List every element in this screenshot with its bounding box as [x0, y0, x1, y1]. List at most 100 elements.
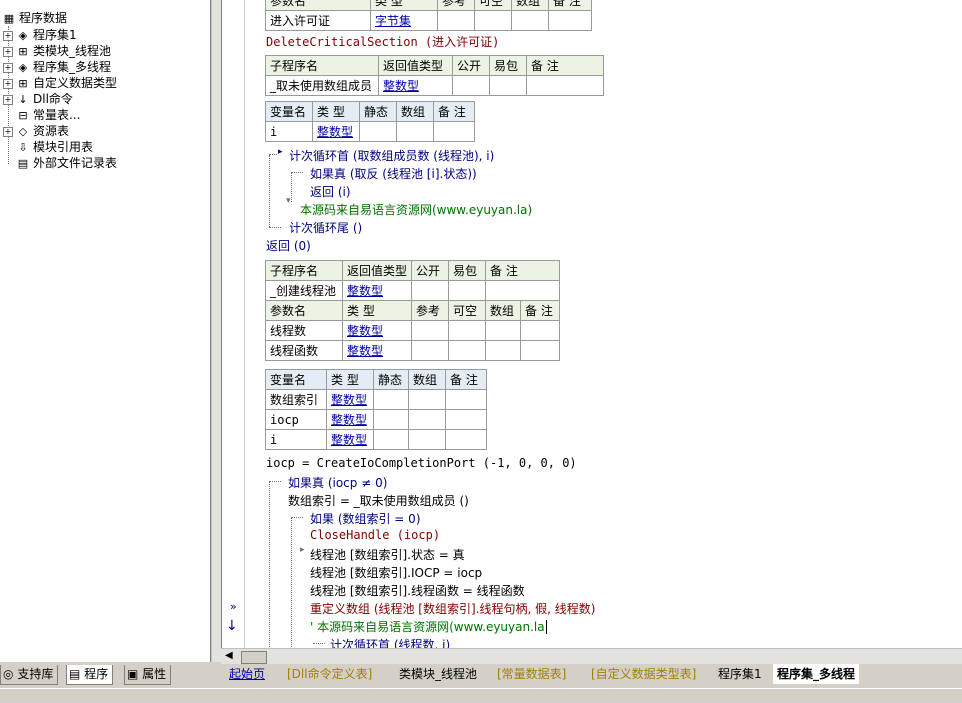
table-header: 变量名 [265, 369, 327, 390]
code-line[interactable]: 计次循环首 (线程数, i) [330, 636, 450, 648]
code-line[interactable]: iocp = CreateIoCompletionPort (-1, 0, 0,… [266, 456, 577, 470]
type-link[interactable]: 整数型 [326, 389, 374, 410]
expand-icon[interactable]: + [3, 30, 13, 41]
tab-label: 程序 [84, 667, 109, 681]
variable-name[interactable]: i [265, 121, 313, 142]
tree-item-assembly-multithread[interactable]: + ◈ 程序集_多线程 [3, 59, 111, 75]
subroutine-name[interactable]: _创建线程池 [265, 280, 343, 301]
code-line[interactable]: 如果真 (iocp ≠ 0) [288, 474, 387, 491]
code-line[interactable]: 如果 (数组索引 = 0) [310, 510, 421, 527]
tree-item-label: 自定义数据类型 [33, 76, 118, 90]
code-line[interactable]: 计次循环尾 () [289, 219, 362, 236]
expand-icon[interactable]: + [3, 126, 13, 137]
code-line[interactable]: 线程池 [数组索引].状态 = 真 [310, 546, 465, 563]
table-header: 备 注 [520, 300, 561, 321]
code-line[interactable]: 返回 (i) [310, 183, 351, 200]
code-text: 返回 (i) [310, 185, 351, 199]
expand-icon[interactable]: + [3, 62, 13, 73]
expand-icon[interactable]: + [3, 78, 13, 89]
code-line[interactable]: 计次循环首 (取数组成员数 (线程池), i) [289, 147, 494, 164]
tree-item-label: 外部文件记录表 [33, 156, 118, 170]
tree-item-constants[interactable]: ⊟ 常量表... [16, 107, 80, 123]
subroutine-name[interactable]: _取未使用数组成员 [265, 75, 379, 96]
expand-icon[interactable]: + [3, 46, 13, 57]
tree-root[interactable]: ▦ 程序数据 [2, 10, 67, 26]
tab-label: [常量数据表] [497, 667, 567, 681]
table-header: 公开 [452, 55, 490, 76]
tab-label: [Dll命令定义表] [287, 667, 373, 681]
param-table-top: 参数名 类 型 参考 可空 数组 备 注 进入许可证 字节集 [265, 0, 592, 31]
variable-name[interactable]: iocp [265, 409, 327, 430]
code-text: 计次循环尾 () [289, 221, 363, 235]
code-comment: ' 本源码来自易语言资源网(www.eyuyan.la [310, 620, 545, 634]
table-header: 公开 [411, 260, 450, 281]
tab-properties[interactable]: ▣ 属性 [124, 665, 172, 685]
tab-label: [自定义数据类型表] [591, 667, 697, 681]
tab-class-threadpool[interactable]: 类模块_线程池 [399, 664, 477, 684]
tab-assembly1[interactable]: 程序集1 [718, 664, 762, 684]
type-link[interactable]: 整数型 [341, 320, 413, 341]
tree-item-custom-types[interactable]: + ⊞ 自定义数据类型 [3, 75, 117, 91]
tab-assembly-multithread[interactable]: 程序集_多线程 [773, 664, 860, 684]
code-line[interactable]: 本源码来自易语言资源网(www.eyuyan.la) [300, 201, 532, 218]
tab-label: 属性 [142, 667, 167, 681]
tree-item-module-refs[interactable]: ⇩ 模块引用表 [16, 139, 93, 155]
tree-item-label: 模块引用表 [33, 140, 94, 154]
table-header: 备 注 [485, 260, 561, 281]
code-line[interactable]: 线程池 [数组索引].线程函数 = 线程函数 [310, 582, 525, 599]
code-text: 计次循环首 (线程数, i) [330, 638, 451, 648]
scroll-thumb[interactable] [241, 651, 267, 664]
tree-item-resources[interactable]: + ◇ 资源表 [3, 123, 69, 139]
tab-dll-table[interactable]: [Dll命令定义表] [287, 664, 372, 684]
code-line[interactable]: CloseHandle (iocp) [310, 528, 440, 542]
table-cell[interactable]: 进入许可证 [265, 10, 371, 31]
code-line[interactable]: 线程池 [数组索引].IOCP = iocp [310, 564, 482, 581]
type-link[interactable]: 整数型 [312, 121, 360, 142]
type-link[interactable]: 整数型 [326, 429, 374, 450]
editor-gutter: » ↓ [222, 0, 245, 648]
variable-table: 变量名 类 型 静态 数组 备 注 数组索引 整数型 iocp 整数型 i 整数… [265, 369, 487, 450]
type-link[interactable]: 整数型 [326, 409, 374, 430]
code-line-current[interactable]: ' 本源码来自易语言资源网(www.eyuyan.la [310, 618, 547, 635]
code-line[interactable]: 返回 (0) [266, 237, 311, 254]
code-editor[interactable]: » ↓ 参数名 类 型 参考 可空 数组 备 注 进入许可证 字节集 Delet… [221, 0, 962, 648]
scroll-left-arrow-icon[interactable]: ◀ [225, 650, 233, 661]
param-name[interactable]: 线程数 [265, 320, 343, 341]
table-header: 返回值类型 [341, 260, 413, 281]
file-record-icon: ▤ [17, 157, 29, 170]
tree-root-label: 程序数据 [19, 11, 68, 25]
tree-item-file-records[interactable]: ▤ 外部文件记录表 [16, 155, 117, 171]
tab-start-page[interactable]: 起始页 [229, 664, 265, 684]
tree-item-assembly1[interactable]: + ◈ 程序集1 [3, 27, 77, 43]
tree-item-label: 类模块_线程池 [33, 44, 112, 58]
code-line[interactable]: DeleteCriticalSection (进入许可证) [266, 33, 499, 50]
code-line[interactable]: 数组索引 = _取未使用数组成员 () [288, 492, 469, 509]
type-link[interactable]: 整数型 [341, 340, 413, 361]
tree-item-dll[interactable]: + ↓ Dll命令 [3, 91, 73, 107]
editor-tabs: 起始页 [Dll命令定义表] 类模块_线程池 [常量数据表] [自定义数据类型表… [221, 664, 962, 686]
tree-item-class-threadpool[interactable]: + ⊞ 类模块_线程池 [3, 43, 111, 59]
tab-support-library[interactable]: ◎ 支持库 [0, 665, 59, 685]
table-header: 备 注 [548, 0, 592, 11]
param-name[interactable]: 线程函数 [265, 340, 343, 361]
code-line[interactable]: 重定义数组 (线程池 [数组索引].线程句柄, 假, 线程数) [310, 600, 595, 617]
variable-name[interactable]: 数组索引 [265, 389, 327, 410]
table-header: 易包 [448, 260, 487, 281]
left-panel-tabs: ◎ 支持库 ▤ 程序 ▣ 属性 [0, 664, 220, 686]
tab-program[interactable]: ▤ 程序 [66, 665, 114, 685]
module-ref-icon: ⇩ [18, 141, 28, 154]
code-line[interactable]: 如果真 (取反 (线程池 [i].状态)) [310, 165, 477, 182]
type-link[interactable]: 整数型 [378, 75, 453, 96]
code-text: 重定义数组 (线程池 [数组索引].线程句柄, 假, 线程数) [310, 602, 596, 616]
editor-horizontal-scrollbar[interactable]: ◀ [221, 648, 962, 665]
tab-custom-type-table[interactable]: [自定义数据类型表] [591, 664, 696, 684]
type-link[interactable]: 整数型 [341, 280, 413, 301]
variable-name[interactable]: i [265, 429, 327, 450]
expand-icon[interactable]: + [3, 94, 13, 105]
program-tree-panel[interactable]: ▦ 程序数据 + ◈ 程序集1 + ⊞ 类模块_线程池 + ◈ 程序集_多线程 + ⊞ 自定义数据… [0, 0, 211, 662]
program-icon: ▤ [69, 667, 81, 681]
tab-constant-table[interactable]: [常量数据表] [497, 664, 566, 684]
tree-scrollbar[interactable] [211, 0, 221, 662]
table-header: 类 型 [326, 369, 374, 390]
type-link[interactable]: 字节集 [370, 10, 438, 31]
